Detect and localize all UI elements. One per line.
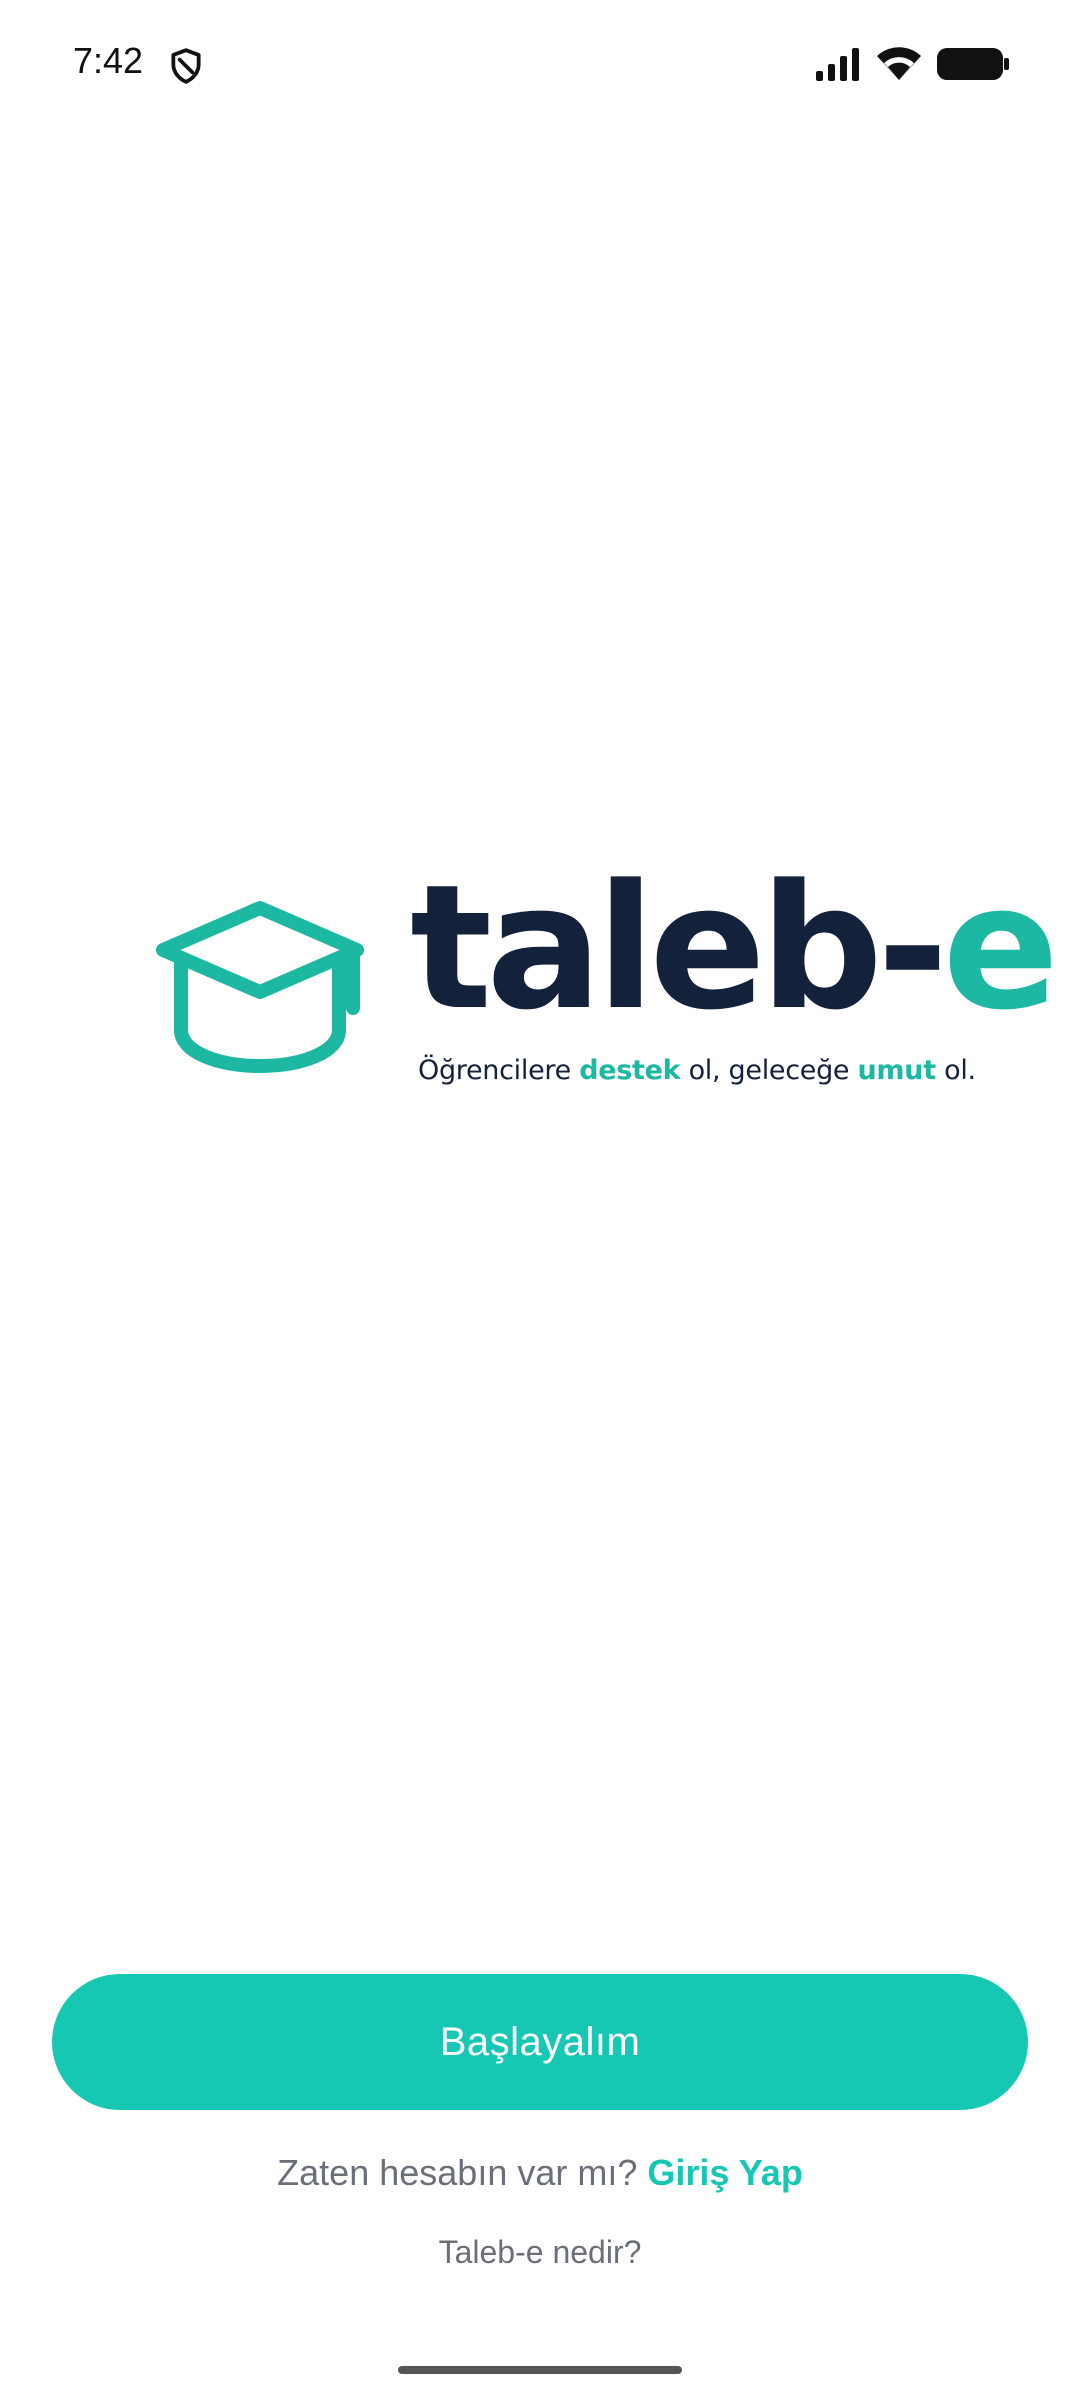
wifi-icon [877,47,921,80]
status-icons [814,44,1010,84]
home-indicator[interactable] [398,2366,682,2374]
tagline-part2: ol, geleceğe [680,1055,858,1086]
brand-wordmark: taleb-e [410,862,1059,1034]
status-time: 7:42 [73,40,144,81]
tagline-part1: Öğrencilere [418,1055,580,1086]
brand-main: taleb- [410,847,948,1048]
brand-accent: e [942,847,1059,1048]
tagline-part3: ol. [935,1055,976,1086]
tagline-highlight-destek: destek [579,1055,681,1086]
graduation-cap-icon [156,901,364,1073]
login-prompt-row: Zaten hesabın var mı? Giriş Yap [0,2152,1080,2194]
app-logo: taleb-e Öğrencilere destek ol, geleceğe … [145,862,1059,1100]
signal-icon [816,48,859,81]
login-link[interactable]: Giriş Yap [647,2152,802,2193]
tagline-highlight-umut: umut [857,1055,937,1086]
shield-icon [171,48,201,84]
what-is-taleb-e-link[interactable]: Taleb-e nedir? [0,2234,1080,2271]
start-button[interactable]: Başlayalım [52,1974,1028,2110]
status-bar: 7:42 [0,0,1080,130]
tagline: Öğrencilere destek ol, geleceğe umut ol. [418,1055,976,1086]
login-prompt-text: Zaten hesabın var mı? [277,2152,638,2193]
battery-icon [937,48,1009,80]
